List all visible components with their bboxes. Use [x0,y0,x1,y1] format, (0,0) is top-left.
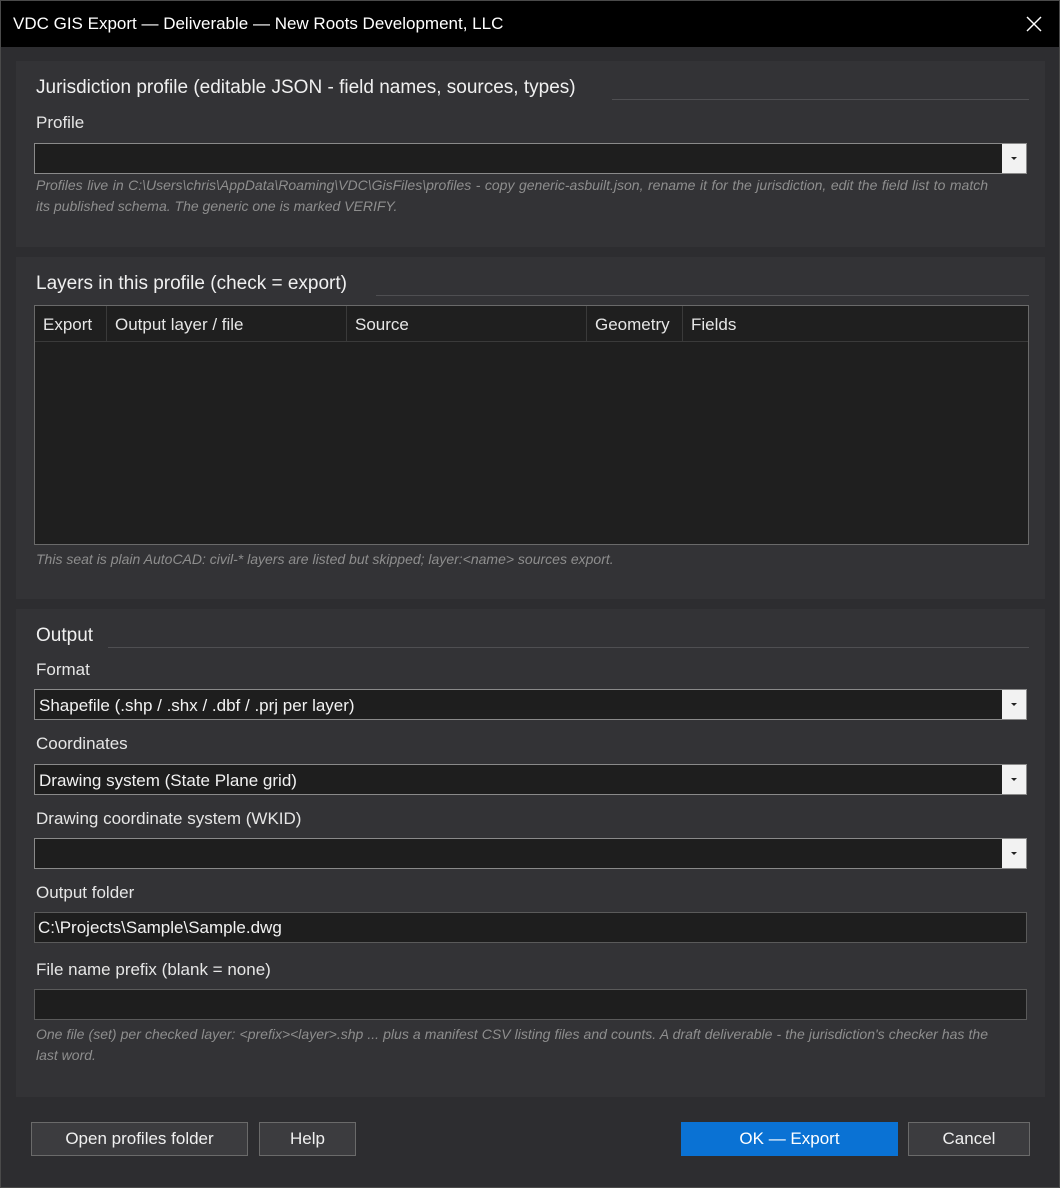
wkid-dropdown[interactable] [34,838,1027,869]
column-header-output-layer[interactable]: Output layer / file [107,306,347,341]
window-title: VDC GIS Export — Deliverable — New Roots… [13,14,504,33]
layers-table-header: Export Output layer / file Source Geomet… [35,306,1028,342]
profile-dropdown-button[interactable] [1002,144,1026,173]
prefix-field[interactable] [34,989,1027,1020]
layers-table[interactable]: Export Output layer / file Source Geomet… [34,305,1029,545]
profile-dropdown[interactable] [34,143,1027,174]
column-header-geometry[interactable]: Geometry [587,306,683,341]
group-divider [376,295,1029,296]
chevron-down-icon [1011,157,1017,160]
coordinates-value: Drawing system (State Plane grid) [39,771,297,790]
format-dropdown-button[interactable] [1002,690,1026,719]
jurisdiction-group-title: Jurisdiction profile (editable JSON - fi… [36,77,582,99]
layers-hint: This seat is plain AutoCAD: civil-* laye… [36,551,614,567]
dialog-window: VDC GIS Export — Deliverable — New Roots… [0,0,1060,1188]
close-icon [1026,16,1042,32]
coordinates-label: Coordinates [36,734,128,753]
output-group-title: Output [36,625,100,647]
group-divider [108,647,1029,648]
coordinates-dropdown[interactable]: Drawing system (State Plane grid) [34,764,1027,795]
output-hint: One file (set) per checked layer: <prefi… [36,1026,988,1063]
chevron-down-icon [1011,778,1017,781]
coordinates-dropdown-button[interactable] [1002,765,1026,794]
wkid-label: Drawing coordinate system (WKID) [36,809,302,828]
column-header-export[interactable]: Export [35,306,107,341]
group-divider [612,99,1029,100]
help-button[interactable]: Help [259,1122,356,1156]
format-value: Shapefile (.shp / .shx / .dbf / .prj per… [39,696,355,715]
cancel-button[interactable]: Cancel [908,1122,1030,1156]
output-folder-input[interactable] [35,913,1026,942]
layers-group-title: Layers in this profile (check = export) [36,273,353,295]
output-group: Output Format Shapefile (.shp / .shx / .… [16,609,1045,1097]
prefix-input[interactable] [35,990,1026,1019]
open-profiles-folder-button[interactable]: Open profiles folder [31,1122,248,1156]
layers-group: Layers in this profile (check = export) … [16,257,1045,599]
format-label: Format [36,660,90,679]
wkid-dropdown-button[interactable] [1002,839,1026,868]
prefix-label: File name prefix (blank = none) [36,960,271,979]
profile-label: Profile [36,113,85,132]
chevron-down-icon [1011,852,1017,855]
column-header-source[interactable]: Source [347,306,587,341]
close-button[interactable] [1009,1,1059,47]
profile-hint: Profiles live in C:\Users\chris\AppData\… [36,177,988,214]
column-header-fields[interactable]: Fields [683,306,1028,341]
title-bar[interactable]: VDC GIS Export — Deliverable — New Roots… [1,1,1059,47]
jurisdiction-profile-group: Jurisdiction profile (editable JSON - fi… [16,61,1045,247]
format-dropdown[interactable]: Shapefile (.shp / .shx / .dbf / .prj per… [34,689,1027,720]
chevron-down-icon [1011,703,1017,706]
output-folder-field[interactable] [34,912,1027,943]
ok-export-button[interactable]: OK — Export [681,1122,898,1156]
output-folder-label: Output folder [36,883,135,902]
